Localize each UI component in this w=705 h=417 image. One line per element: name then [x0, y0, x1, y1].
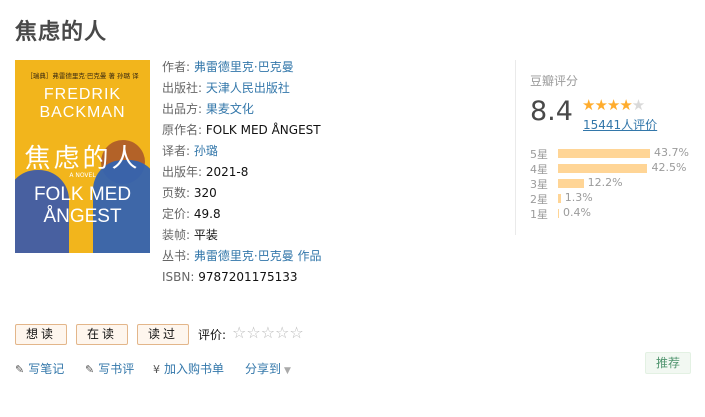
cover-cn-title: 焦虑的人 [24, 144, 141, 174]
rating-bar-label: 4星 [530, 163, 548, 176]
producer-link[interactable]: 果麦文化 [206, 102, 254, 116]
rating-bar-label: 1星 [530, 208, 548, 221]
want-read-button[interactable]: 想读 [15, 324, 67, 345]
info-isbn: ISBN: 9787201175133 [162, 269, 322, 290]
rating-bar [558, 179, 584, 188]
rating-bar-percent: 42.5% [651, 161, 687, 174]
info-original-title-label: 原作名: [162, 123, 203, 137]
info-translator: 译者: 孙璐 [162, 143, 322, 164]
info-isbn-label: ISBN: [162, 270, 195, 284]
write-review-link[interactable]: ✎ 写书评 [85, 360, 134, 377]
add-to-cart-link[interactable]: ¥ 加入购书单 [153, 360, 224, 377]
info-pub-year-label: 出版年: [162, 165, 203, 179]
reading-button[interactable]: 在读 [76, 324, 128, 345]
cover-author-first: FREDRIK [43, 86, 122, 103]
yen-icon: ¥ [153, 363, 160, 376]
info-price-value: 49.8 [193, 207, 221, 221]
info-pages-label: 页数: [162, 186, 191, 200]
write-review-label: 写书评 [98, 362, 135, 376]
series-link[interactable]: 弗雷德里克·巴克曼 作品 [194, 249, 322, 263]
translator-link[interactable]: 孙璐 [194, 144, 218, 158]
book-cover-image[interactable]: ［瑞典］弗雷德里克·巴克曼 著 孙璐 译 FREDRIK BACKMAN 焦虑的… [15, 60, 150, 253]
rating-bar-row: 5星 43.7% [530, 146, 700, 161]
info-producer: 出品方: 果麦文化 [162, 101, 322, 122]
info-pub-year: 出版年: 2021-8 [162, 164, 322, 185]
info-binding-value: 平装 [193, 228, 218, 242]
share-dropdown[interactable]: 分享到 ▼ [245, 360, 291, 377]
info-author: 作者: 弗雷德里克·巴克曼 [162, 59, 322, 80]
share-label: 分享到 [245, 362, 282, 376]
info-pages: 页数: 320 [162, 185, 322, 206]
rating-stars-filled-icon: ★★★★ [582, 96, 633, 114]
rating-bar-label: 3星 [530, 178, 548, 191]
rating-bar-label: 2星 [530, 193, 548, 206]
rating-bar-percent: 43.7% [654, 146, 689, 159]
rating-bar-label: 5星 [530, 148, 548, 161]
info-publisher: 出版社: 天津人民出版社 [162, 80, 322, 101]
rating-bar-percent: 0.4% [563, 206, 591, 219]
cover-small-text: A NOVEL [69, 172, 96, 179]
info-series-label: 丛书: [162, 249, 191, 263]
rating-bar-percent: 1.3% [564, 191, 593, 204]
write-note-label: 写笔记 [28, 362, 65, 376]
info-original-title-value: FOLK MED ÅNGEST [205, 123, 321, 137]
pencil-icon: ✎ [85, 363, 95, 376]
info-price-label: 定价: [162, 207, 191, 221]
info-author-label: 作者: [162, 60, 191, 74]
rating-stars-empty-icon: ★ [631, 96, 645, 114]
cover-credit-line: ［瑞典］弗雷德里克·巴克曼 著 孙璐 译 [26, 72, 139, 80]
publisher-link[interactable]: 天津人民出版社 [206, 81, 290, 95]
rating-score: 8.4 [530, 96, 573, 127]
info-price: 定价: 49.8 [162, 206, 322, 227]
info-original-title: 原作名: FOLK MED ÅNGEST [162, 122, 322, 143]
info-translator-label: 译者: [162, 144, 191, 158]
info-isbn-value: 9787201175133 [198, 270, 298, 284]
rating-bar [558, 194, 561, 203]
info-binding: 装帧: 平装 [162, 227, 322, 248]
rating-count-link[interactable]: 15441人评价 [583, 116, 657, 133]
info-producer-label: 出品方: [162, 102, 203, 116]
info-pub-year-value: 2021-8 [205, 165, 249, 179]
recommend-button[interactable]: 推荐 [645, 352, 691, 374]
rating-bar-row: 1星 0.4% [530, 206, 700, 221]
rating-header: 豆瓣评分 [530, 74, 579, 88]
rating-bar [558, 164, 648, 173]
book-title: 焦虑的人 [15, 20, 108, 45]
rating-bar-row: 3星 12.2% [530, 176, 700, 191]
cover-en-title-line2: ÅNGEST [43, 206, 122, 227]
rate-star-icons[interactable]: ☆☆☆☆☆ [232, 323, 304, 342]
rating-bar-row: 2星 1.3% [530, 191, 700, 206]
rating-divider [515, 60, 516, 235]
info-series: 丛书: 弗雷德里克·巴克曼 作品 [162, 248, 322, 269]
rating-bar-percent: 12.2% [587, 176, 623, 189]
rating-bar [558, 209, 559, 218]
add-to-cart-label: 加入购书单 [164, 362, 225, 376]
cover-en-title-line1: FOLK MED [33, 184, 132, 205]
book-info: 作者: 弗雷德里克·巴克曼 出版社: 天津人民出版社 出品方: 果麦文化 原作名… [162, 59, 322, 290]
author-link[interactable]: 弗雷德里克·巴克曼 [194, 60, 294, 74]
have-read-button[interactable]: 读过 [137, 324, 189, 345]
info-publisher-label: 出版社: [162, 81, 203, 95]
rate-label: 评价: [198, 328, 227, 342]
info-pages-value: 320 [193, 186, 217, 200]
rating-stars: ★★★★★ [582, 96, 645, 114]
rating-bar-row: 4星 42.5% [530, 161, 700, 176]
write-note-link[interactable]: ✎ 写笔记 [15, 360, 64, 377]
info-binding-label: 装帧: [162, 228, 191, 242]
chevron-down-icon: ▼ [284, 366, 291, 376]
pencil-icon: ✎ [15, 363, 25, 376]
rating-bar [558, 149, 650, 158]
cover-author-last: BACKMAN [39, 104, 126, 121]
